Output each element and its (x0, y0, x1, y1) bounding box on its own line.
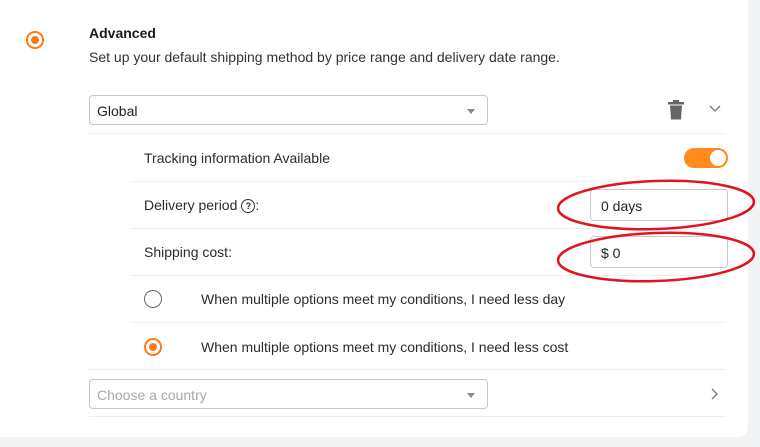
divider (89, 416, 726, 417)
option-less-day-radio[interactable] (144, 290, 162, 308)
divider (89, 369, 726, 370)
country-select-placeholder: Choose a country (97, 387, 207, 403)
chevron-down-icon[interactable] (709, 105, 721, 113)
trash-icon[interactable] (668, 100, 684, 120)
advanced-shipping-card: Advanced Set up your default shipping me… (0, 0, 748, 437)
option-less-cost-label: When multiple options meet my conditions… (201, 339, 569, 355)
help-circle-icon[interactable]: ? (241, 199, 256, 213)
delivery-period-label: Delivery period?: (144, 197, 259, 213)
shipping-cost-input[interactable]: $ 0 (590, 236, 728, 268)
divider (130, 275, 726, 276)
shipping-cost-suffix: : (228, 244, 232, 260)
region-select[interactable]: Global (89, 95, 488, 125)
tracking-toggle[interactable] (684, 148, 728, 168)
delivery-period-value: 0 days (601, 198, 643, 214)
option-less-day-label: When multiple options meet my conditions… (201, 291, 566, 307)
divider (130, 181, 726, 182)
advanced-radio-icon[interactable] (26, 31, 44, 49)
tracking-label: Tracking information Available (144, 150, 330, 166)
shipping-cost-value: $ 0 (601, 245, 621, 261)
section-subtitle: Set up your default shipping method by p… (89, 49, 560, 65)
shipping-cost-text: Shipping cost (144, 244, 229, 260)
delivery-period-text: Delivery period (144, 197, 238, 213)
divider (89, 133, 726, 134)
divider (130, 228, 726, 229)
delivery-period-suffix: : (255, 197, 260, 213)
divider (130, 322, 726, 323)
dropdown-caret-icon (467, 393, 475, 398)
dropdown-caret-icon (467, 109, 475, 114)
chevron-right-icon[interactable] (711, 388, 719, 400)
country-select[interactable]: Choose a country (89, 379, 488, 409)
option-less-cost-radio[interactable] (144, 338, 162, 356)
delivery-period-input[interactable]: 0 days (590, 189, 728, 221)
section-title: Advanced (89, 25, 156, 41)
region-select-value: Global (97, 103, 138, 119)
shipping-cost-label: Shipping cost: (144, 244, 232, 260)
